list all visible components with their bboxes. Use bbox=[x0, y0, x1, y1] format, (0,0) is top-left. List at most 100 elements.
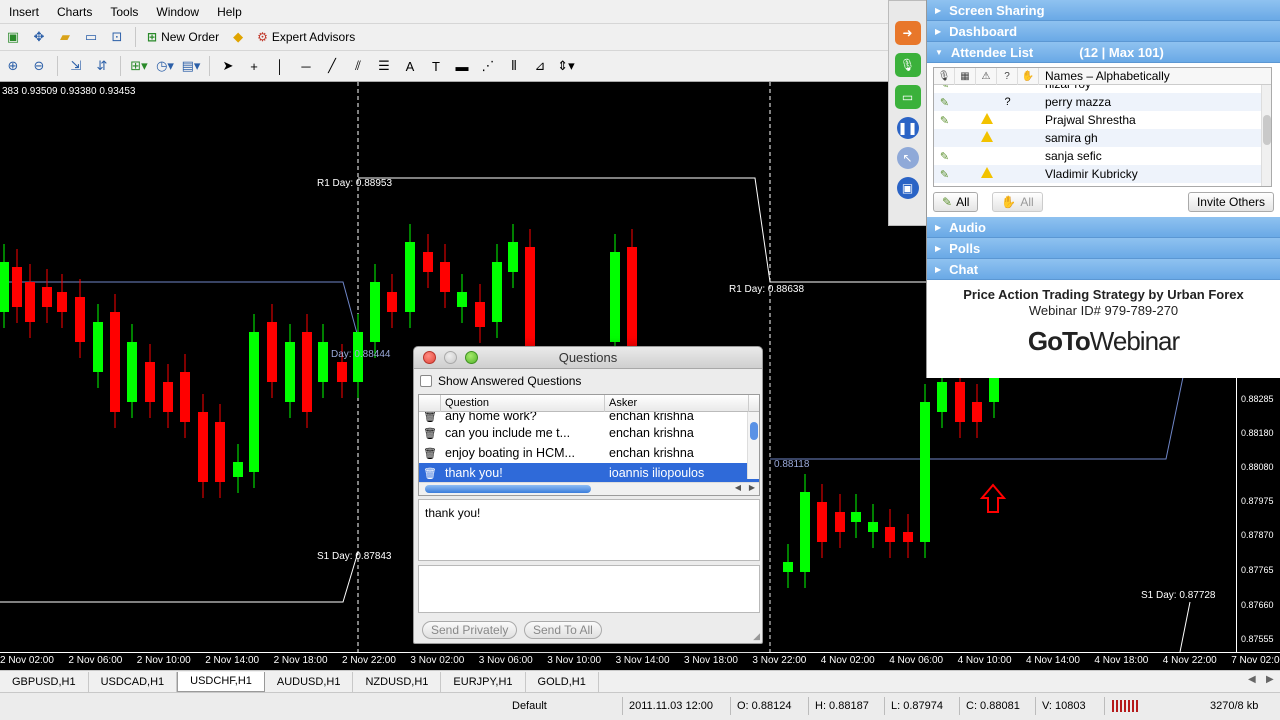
pencil-icon[interactable]: ✎ bbox=[940, 151, 949, 163]
checkbox-box[interactable] bbox=[420, 375, 432, 387]
names-sort-header[interactable]: Names – Alphabetically bbox=[1039, 69, 1170, 83]
questions-titlebar[interactable]: Questions bbox=[414, 347, 762, 369]
arrows-icon[interactable]: ⇕▾ bbox=[555, 55, 577, 77]
webcam-icon[interactable]: ▣ bbox=[896, 177, 919, 199]
zoom-window-icon[interactable] bbox=[465, 351, 478, 364]
cycle-lines-icon[interactable]: ⦀ bbox=[503, 55, 525, 77]
strategy-tester-icon[interactable]: ⊡ bbox=[106, 26, 128, 48]
trash-icon[interactable]: 🗑 bbox=[419, 447, 441, 460]
section-attendee-list[interactable]: ▼ Attendee List (12 | Max 101) bbox=[927, 42, 1280, 63]
crosshair-icon[interactable]: + bbox=[243, 55, 265, 77]
question-row[interactable]: 🗑 thank you! ioannis iliopoulos bbox=[419, 463, 759, 483]
text-label-icon[interactable]: T bbox=[425, 55, 447, 77]
periods-clock-icon[interactable]: ◷▾ bbox=[154, 55, 176, 77]
microphone-icon[interactable]: 🎙 bbox=[894, 53, 921, 77]
profiles-folder-icon[interactable]: ▰ bbox=[54, 26, 76, 48]
pencil-icon[interactable]: ✎ bbox=[940, 85, 949, 91]
menu-window[interactable]: Window bbox=[147, 5, 208, 19]
close-window-icon[interactable] bbox=[423, 351, 436, 364]
section-polls[interactable]: ▶ Polls bbox=[927, 238, 1280, 259]
tab-nzdusd[interactable]: NZDUSD,H1 bbox=[353, 671, 442, 692]
auto-scroll-icon[interactable]: ⇵ bbox=[91, 55, 113, 77]
pencil-icon[interactable]: ✎ bbox=[940, 115, 949, 127]
attendee-row[interactable]: ✎ sanja sefic bbox=[934, 147, 1264, 165]
vertical-line-icon[interactable]: │ bbox=[269, 55, 291, 77]
menu-tools[interactable]: Tools bbox=[101, 5, 147, 19]
tab-scroll-left-icon[interactable]: ◀ bbox=[1248, 674, 1256, 685]
resize-grip-icon[interactable]: ◢ bbox=[753, 631, 760, 642]
indicators-icon[interactable]: ⊞▾ bbox=[128, 55, 150, 77]
templates-icon[interactable]: ▤▾ bbox=[180, 55, 202, 77]
question-row[interactable]: 🗑 any home work? enchan krishna bbox=[419, 412, 759, 423]
tab-audusd[interactable]: AUDUSD,H1 bbox=[265, 671, 354, 692]
questions-vertical-scrollbar[interactable] bbox=[747, 412, 759, 479]
collapse-panel-icon[interactable]: ➜ bbox=[894, 21, 921, 45]
menu-help[interactable]: Help bbox=[208, 5, 251, 19]
crosshair-target-icon[interactable]: ✥ bbox=[28, 26, 50, 48]
question-column-icon[interactable]: ? bbox=[997, 67, 1018, 85]
pencil-icon[interactable]: ✎ bbox=[940, 169, 949, 181]
drawing-column-icon[interactable]: ▦ bbox=[955, 67, 976, 85]
scroll-left-icon[interactable]: ◀ bbox=[735, 483, 741, 492]
tab-eurjpy[interactable]: EURJPY,H1 bbox=[441, 671, 526, 692]
new-order-button[interactable]: ⊞ New Order bbox=[141, 26, 225, 48]
menu-charts[interactable]: Charts bbox=[48, 5, 101, 19]
section-chat[interactable]: ▶ Chat bbox=[927, 259, 1280, 280]
pitchfork-icon[interactable]: ⊿ bbox=[529, 55, 551, 77]
tab-gbpusd[interactable]: GBPUSD,H1 bbox=[0, 671, 89, 692]
window-icon[interactable]: ▭ bbox=[80, 26, 102, 48]
attendee-row[interactable]: ✎? perry mazza bbox=[934, 93, 1264, 111]
section-audio[interactable]: ▶ Audio bbox=[927, 217, 1280, 238]
chart-shift-icon[interactable]: ⇲ bbox=[65, 55, 87, 77]
attendee-row[interactable]: ✎ nizar roy bbox=[934, 85, 1264, 93]
trash-icon[interactable]: 🗑 bbox=[419, 412, 441, 423]
screen-share-icon[interactable]: ▭ bbox=[894, 85, 921, 109]
grant-draw-all-button[interactable]: ✎ All bbox=[933, 192, 979, 212]
zoom-out-icon[interactable]: ⊖ bbox=[28, 55, 50, 77]
hand-column-icon[interactable]: ✋ bbox=[1018, 67, 1039, 85]
warning-column-icon[interactable]: ⚠ bbox=[976, 67, 997, 85]
pause-icon[interactable]: ❚❚ bbox=[896, 117, 919, 139]
question-detail[interactable]: thank you! bbox=[418, 499, 760, 561]
invite-others-button[interactable]: Invite Others bbox=[1187, 192, 1274, 212]
tab-gold[interactable]: GOLD,H1 bbox=[526, 671, 599, 692]
zoom-in-icon[interactable]: ⊕ bbox=[2, 55, 24, 77]
minimize-window-icon[interactable] bbox=[444, 351, 457, 364]
attendee-row[interactable]: ✎ Vladimir Kubricky bbox=[934, 165, 1264, 183]
gann-icon[interactable]: ⋰ bbox=[477, 55, 499, 77]
menu-insert[interactable]: Insert bbox=[0, 5, 48, 19]
equidistant-channel-icon[interactable]: ⫽ bbox=[347, 55, 369, 77]
asker-column-header[interactable]: Asker bbox=[605, 395, 749, 412]
tab-usdchf[interactable]: USDCHF,H1 bbox=[177, 671, 265, 692]
metaeditor-icon[interactable]: ◆ bbox=[227, 26, 249, 48]
new-chart-icon[interactable]: ▣ bbox=[2, 26, 24, 48]
questions-horizontal-scrollbar[interactable]: ◀ ▶ bbox=[419, 482, 759, 495]
cursor-arrow-icon[interactable]: ➤ bbox=[217, 55, 239, 77]
section-screen-sharing[interactable]: ▶ Screen Sharing bbox=[927, 0, 1280, 21]
section-dashboard[interactable]: ▶ Dashboard bbox=[927, 21, 1280, 42]
send-privately-button[interactable]: Send Privately bbox=[422, 621, 518, 639]
mic-column-icon[interactable]: 🎙 bbox=[934, 67, 955, 85]
trendline-icon[interactable]: ╱ bbox=[321, 55, 343, 77]
horizontal-line-icon[interactable]: ─ bbox=[295, 55, 317, 77]
trash-icon[interactable]: 🗑 bbox=[419, 427, 441, 440]
question-column-header[interactable]: Question bbox=[441, 395, 605, 412]
question-row[interactable]: 🗑 enjoy boating in HCM... enchan krishna bbox=[419, 443, 759, 463]
scroll-right-icon[interactable]: ▶ bbox=[749, 483, 755, 492]
tab-scroll-right-icon[interactable]: ▶ bbox=[1266, 674, 1274, 685]
fibonacci-icon[interactable]: ☰ bbox=[373, 55, 395, 77]
show-answered-checkbox[interactable]: Show Answered Questions bbox=[420, 374, 581, 388]
attendee-scrollbar[interactable] bbox=[1261, 85, 1271, 186]
send-to-all-button[interactable]: Send To All bbox=[524, 621, 602, 639]
reply-input[interactable] bbox=[418, 565, 760, 613]
tab-usdcad[interactable]: USDCAD,H1 bbox=[89, 671, 178, 692]
question-row[interactable]: 🗑 can you include me t... enchan krishna bbox=[419, 423, 759, 443]
pencil-icon[interactable]: ✎ bbox=[940, 97, 949, 109]
attendee-row[interactable]: ✎ Prajwal Shrestha bbox=[934, 111, 1264, 129]
expert-advisors-button[interactable]: ⚙ Expert Advisors bbox=[251, 26, 361, 48]
pointer-icon[interactable]: ↖ bbox=[896, 147, 919, 169]
trash-icon[interactable]: 🗑 bbox=[419, 467, 441, 480]
text-icon[interactable]: A bbox=[399, 55, 421, 77]
rectangle-icon[interactable]: ▬ bbox=[451, 55, 473, 77]
attendee-row[interactable]: samira gh bbox=[934, 129, 1264, 147]
